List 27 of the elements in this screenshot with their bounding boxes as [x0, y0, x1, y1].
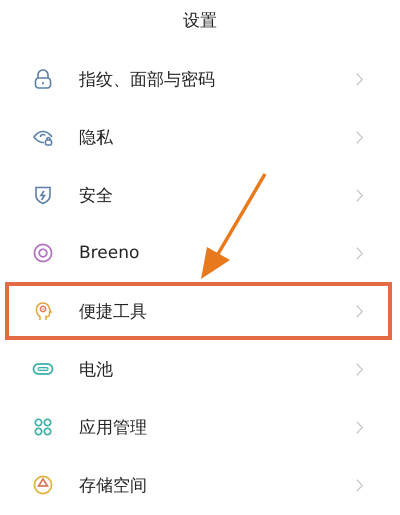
item-label: 应用管理: [79, 416, 148, 438]
item-label: 电池: [79, 358, 114, 380]
item-label: 指纹、面部与密码: [79, 68, 216, 90]
chevron-icon: [355, 188, 364, 202]
item-label: 安全: [79, 184, 114, 206]
ring-icon: [31, 241, 55, 265]
chevron-icon: [355, 130, 364, 144]
settings-item[interactable]: 指纹、面部与密码: [5, 50, 392, 108]
chevron-icon: [355, 246, 364, 260]
settings-item[interactable]: 隐私: [5, 108, 392, 166]
settings-item[interactable]: 安全: [5, 166, 392, 224]
settings-item[interactable]: 便捷工具: [5, 282, 392, 340]
chevron-icon: [355, 362, 364, 376]
item-label: 便捷工具: [79, 300, 148, 322]
chevron-icon: [355, 478, 364, 492]
chevron-icon: [355, 420, 364, 434]
chevron-icon: [355, 72, 364, 86]
chevron-icon: [355, 304, 364, 318]
item-label: 存储空间: [79, 474, 148, 496]
item-label: 隐私: [79, 126, 114, 148]
settings-item[interactable]: 应用管理: [5, 398, 392, 456]
pie-icon: [31, 473, 55, 497]
page-title: 设置: [182, 10, 218, 32]
item-label: Breeno: [79, 243, 140, 263]
settings-item[interactable]: Breeno: [5, 224, 392, 282]
settings-item[interactable]: 存储空间: [5, 456, 392, 514]
settings-item[interactable]: 电池: [5, 340, 392, 398]
